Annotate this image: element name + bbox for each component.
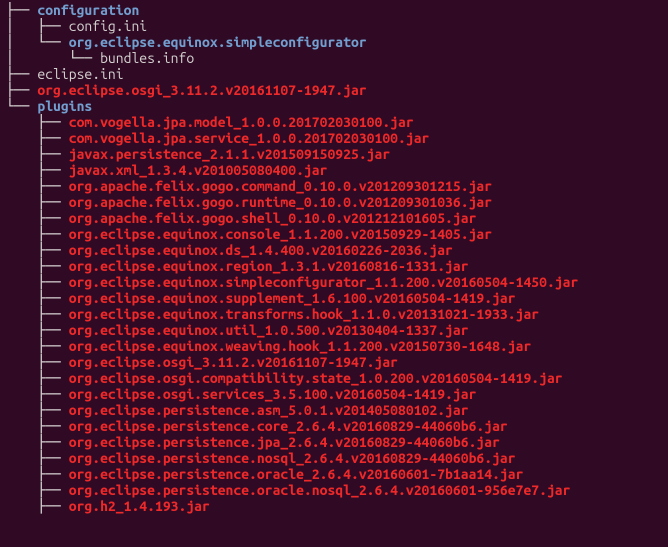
file-name: org.eclipse.equinox.weaving.hook_1.1.200…	[69, 338, 532, 354]
tree-prefix: ├──	[6, 146, 69, 162]
tree-output: ├── configuration│ ├── config.ini│ └── o…	[0, 0, 668, 514]
tree-line: ├── com.vogella.jpa.service_1.0.0.201702…	[6, 130, 668, 146]
tree-line: ├── org.eclipse.equinox.transforms.hook_…	[6, 306, 668, 322]
file-name: org.eclipse.persistence.asm_5.0.1.v20140…	[69, 402, 469, 418]
tree-prefix: ├──	[6, 450, 69, 466]
tree-prefix: ├──	[6, 226, 69, 242]
file-name: org.eclipse.persistence.core_2.6.4.v2016…	[69, 418, 508, 434]
tree-prefix: ├──	[6, 434, 69, 450]
file-name: org.eclipse.equinox.region_1.3.1.v201608…	[69, 258, 469, 274]
file-name: org.eclipse.osgi.services_3.5.100.v20160…	[69, 386, 477, 402]
file-name: org.eclipse.equinox.ds_1.4.400.v20160226…	[69, 242, 453, 258]
file-name: org.eclipse.osgi_3.11.2.v20161107-1947.j…	[69, 354, 398, 370]
file-name: org.eclipse.persistence.oracle_2.6.4.v20…	[69, 466, 524, 482]
tree-prefix: │ └──	[6, 50, 100, 66]
tree-prefix: ├──	[6, 242, 69, 258]
directory-name: org.eclipse.equinox.simpleconfigurator	[69, 34, 367, 50]
tree-prefix: └──	[6, 98, 37, 114]
file-name: org.apache.felix.gogo.runtime_0.10.0.v20…	[69, 194, 492, 210]
file-name: org.apache.felix.gogo.shell_0.10.0.v2012…	[69, 210, 477, 226]
file-name: org.eclipse.equinox.simpleconfigurator_1…	[69, 274, 579, 290]
tree-line: ├── org.eclipse.equinox.simpleconfigurat…	[6, 274, 668, 290]
tree-prefix: ├──	[6, 498, 69, 514]
tree-line: ├── eclipse.ini	[6, 66, 668, 82]
tree-line: ├── org.apache.felix.gogo.shell_0.10.0.v…	[6, 210, 668, 226]
tree-prefix: ├──	[6, 66, 37, 82]
tree-line: │ └── org.eclipse.equinox.simpleconfigur…	[6, 34, 668, 50]
tree-line: ├── org.eclipse.equinox.ds_1.4.400.v2016…	[6, 242, 668, 258]
file-name: org.eclipse.persistence.jpa_2.6.4.v20160…	[69, 434, 500, 450]
file-name: org.eclipse.persistence.oracle.nosql_2.6…	[69, 482, 571, 498]
tree-line: ├── org.apache.felix.gogo.command_0.10.0…	[6, 178, 668, 194]
tree-line: ├── org.eclipse.persistence.nosql_2.6.4.…	[6, 450, 668, 466]
directory-name: plugins	[37, 98, 92, 114]
tree-line: ├── org.eclipse.equinox.util_1.0.500.v20…	[6, 322, 668, 338]
tree-line: ├── org.apache.felix.gogo.runtime_0.10.0…	[6, 194, 668, 210]
tree-line: ├── org.eclipse.equinox.region_1.3.1.v20…	[6, 258, 668, 274]
tree-line: ├── org.h2_1.4.193.jar	[6, 498, 668, 514]
tree-prefix: ├──	[6, 130, 69, 146]
tree-line: ├── org.eclipse.osgi.services_3.5.100.v2…	[6, 386, 668, 402]
tree-prefix: ├──	[6, 354, 69, 370]
tree-prefix: ├──	[6, 2, 37, 18]
tree-line: ├── org.eclipse.persistence.asm_5.0.1.v2…	[6, 402, 668, 418]
tree-prefix: ├──	[6, 482, 69, 498]
tree-prefix: ├──	[6, 82, 37, 98]
file-name: org.eclipse.equinox.util_1.0.500.v201304…	[69, 322, 469, 338]
tree-line: ├── org.eclipse.persistence.oracle_2.6.4…	[6, 466, 668, 482]
tree-prefix: ├──	[6, 338, 69, 354]
file-name: javax.persistence_2.1.1.v201509150925.ja…	[69, 146, 390, 162]
file-name: org.eclipse.equinox.transforms.hook_1.1.…	[69, 306, 539, 322]
directory-name: configuration	[37, 2, 139, 18]
tree-line: ├── org.eclipse.persistence.jpa_2.6.4.v2…	[6, 434, 668, 450]
file-name: org.eclipse.osgi.compatibility.state_1.0…	[69, 370, 563, 386]
file-name: config.ini	[69, 18, 147, 34]
tree-prefix: ├──	[6, 322, 69, 338]
file-name: org.eclipse.persistence.nosql_2.6.4.v201…	[69, 450, 516, 466]
tree-line: └── plugins	[6, 98, 668, 114]
tree-prefix: ├──	[6, 290, 69, 306]
tree-prefix: ├──	[6, 178, 69, 194]
tree-prefix: ├──	[6, 386, 69, 402]
tree-line: ├── javax.persistence_2.1.1.v20150915092…	[6, 146, 668, 162]
tree-prefix: ├──	[6, 306, 69, 322]
tree-line: ├── org.eclipse.equinox.console_1.1.200.…	[6, 226, 668, 242]
file-name: bundles.info	[100, 50, 194, 66]
tree-line: ├── org.eclipse.osgi.compatibility.state…	[6, 370, 668, 386]
tree-line: ├── configuration	[6, 2, 668, 18]
file-name: org.apache.felix.gogo.command_0.10.0.v20…	[69, 178, 492, 194]
file-name: org.h2_1.4.193.jar	[69, 498, 210, 514]
tree-line: ├── com.vogella.jpa.model_1.0.0.20170203…	[6, 114, 668, 130]
tree-prefix: │ └──	[6, 34, 69, 50]
tree-prefix: ├──	[6, 466, 69, 482]
file-name: javax.xml_1.3.4.v201005080400.jar	[69, 162, 328, 178]
tree-line: │ └── bundles.info	[6, 50, 668, 66]
tree-line: ├── org.eclipse.equinox.weaving.hook_1.1…	[6, 338, 668, 354]
tree-prefix: ├──	[6, 194, 69, 210]
tree-line: ├── org.eclipse.osgi_3.11.2.v20161107-19…	[6, 82, 668, 98]
tree-line: ├── org.eclipse.persistence.oracle.nosql…	[6, 482, 668, 498]
tree-line: ├── org.eclipse.equinox.supplement_1.6.1…	[6, 290, 668, 306]
file-name: org.eclipse.osgi_3.11.2.v20161107-1947.j…	[37, 82, 366, 98]
file-name: com.vogella.jpa.service_1.0.0.2017020301…	[69, 130, 430, 146]
tree-prefix: ├──	[6, 258, 69, 274]
tree-prefix: ├──	[6, 162, 69, 178]
file-name: com.vogella.jpa.model_1.0.0.201702030100…	[69, 114, 414, 130]
tree-line: ├── javax.xml_1.3.4.v201005080400.jar	[6, 162, 668, 178]
tree-line: │ ├── config.ini	[6, 18, 668, 34]
tree-prefix: ├──	[6, 274, 69, 290]
file-name: org.eclipse.equinox.console_1.1.200.v201…	[69, 226, 492, 242]
tree-prefix: ├──	[6, 418, 69, 434]
tree-prefix: ├──	[6, 402, 69, 418]
file-name: org.eclipse.equinox.supplement_1.6.100.v…	[69, 290, 516, 306]
tree-prefix: ├──	[6, 114, 69, 130]
file-name: eclipse.ini	[37, 66, 123, 82]
tree-line: ├── org.eclipse.osgi_3.11.2.v20161107-19…	[6, 354, 668, 370]
tree-prefix: │ ├──	[6, 18, 69, 34]
tree-prefix: ├──	[6, 370, 69, 386]
tree-prefix: ├──	[6, 210, 69, 226]
tree-line: ├── org.eclipse.persistence.core_2.6.4.v…	[6, 418, 668, 434]
